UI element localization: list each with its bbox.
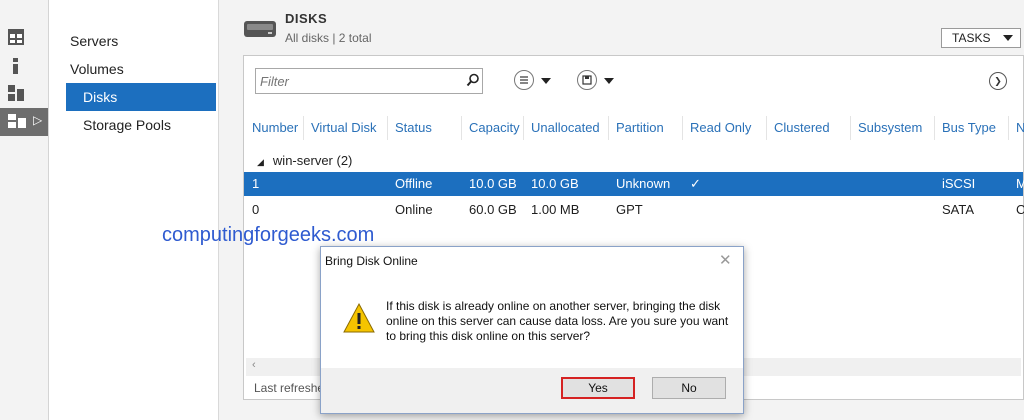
cell-capacity: 10.0 GB [469, 176, 517, 191]
col-truncated[interactable]: N [1016, 120, 1024, 135]
scroll-left-icon[interactable]: ‹ [252, 359, 256, 371]
column-divider[interactable] [1008, 116, 1009, 140]
save-icon [582, 75, 592, 85]
search-icon[interactable] [466, 73, 480, 87]
column-divider[interactable] [461, 116, 462, 140]
cell-number: 1 [252, 176, 260, 191]
all-servers-icon-button[interactable] [0, 80, 48, 108]
info-icon [13, 58, 18, 74]
cell-truncated: M [1016, 176, 1024, 191]
dialog-message: If this disk is already online on anothe… [386, 299, 729, 343]
col-number[interactable]: Number [252, 120, 298, 135]
close-icon[interactable]: ✕ [719, 251, 732, 269]
dialog-footer: Yes No [321, 368, 743, 413]
nav-item-storage-pools[interactable]: Storage Pools [66, 111, 216, 139]
column-divider[interactable] [850, 116, 851, 140]
col-subsystem[interactable]: Subsystem [858, 120, 922, 135]
collapse-triangle-icon[interactable]: ◢ [257, 157, 264, 167]
file-storage-icon [8, 114, 26, 128]
group-header[interactable]: ◢ win-server (2) [257, 153, 352, 168]
dashboard-icon-button[interactable] [0, 24, 48, 52]
cell-truncated: C [1016, 202, 1024, 217]
cell-capacity: 60.0 GB [469, 202, 517, 217]
cell-partition: GPT [616, 202, 643, 217]
nav-panel: Servers Volumes Disks Storage Pools [49, 0, 219, 420]
no-button[interactable]: No [652, 377, 726, 399]
cell-bus-type: iSCSI [942, 176, 976, 191]
col-unallocated[interactable]: Unallocated [531, 120, 600, 135]
chevron-right-icon: ▷ [33, 113, 43, 127]
table-row[interactable]: 0 Online 60.0 GB 1.00 MB GPT SATA C [244, 198, 1024, 222]
column-divider[interactable] [303, 116, 304, 140]
collapse-expand-icon[interactable]: ❯ [989, 72, 1007, 90]
filter-input[interactable] [255, 68, 483, 94]
bring-disk-online-dialog: Bring Disk Online ✕ If this disk is alre… [320, 246, 744, 414]
column-divider[interactable] [387, 116, 388, 140]
cell-partition: Unknown [616, 176, 671, 191]
group-label: win-server (2) [272, 153, 353, 168]
page-subtitle: All disks | 2 total [285, 31, 372, 45]
cell-read-only: ✓ [690, 176, 701, 191]
local-server-icon-button[interactable] [0, 52, 48, 80]
cell-bus-type: SATA [942, 202, 975, 217]
page-title: DISKS [285, 11, 328, 26]
servers-icon [8, 85, 24, 101]
col-capacity[interactable]: Capacity [469, 120, 520, 135]
cell-number: 0 [252, 202, 260, 217]
chevron-down-icon[interactable] [541, 78, 551, 84]
dashboard-icon [8, 29, 24, 45]
cell-status: Offline [395, 176, 433, 191]
col-read-only[interactable]: Read Only [690, 120, 751, 135]
tasks-dropdown[interactable]: TASKS [941, 28, 1021, 48]
col-partition[interactable]: Partition [616, 120, 664, 135]
column-divider[interactable] [608, 116, 609, 140]
cell-unallocated: 1.00 MB [531, 202, 580, 217]
nav-item-disks[interactable]: Disks [66, 83, 216, 111]
cell-status: Online [395, 202, 433, 217]
chevron-down-icon [1003, 35, 1013, 41]
col-virtual-disk[interactable]: Virtual Disk [311, 120, 377, 135]
dialog-title: Bring Disk Online [325, 254, 418, 268]
yes-button[interactable]: Yes [561, 377, 635, 399]
tasks-label: TASKS [952, 31, 991, 45]
last-refreshed-text: Last refreshe [254, 381, 325, 395]
list-options-button[interactable] [514, 70, 534, 90]
icon-sidebar: ▷ [0, 0, 49, 420]
cell-unallocated: 10.0 GB [531, 176, 579, 191]
nav-item-volumes[interactable]: Volumes [66, 55, 216, 83]
col-bus-type[interactable]: Bus Type [942, 120, 996, 135]
table-row[interactable]: 1 Offline 10.0 GB 10.0 GB Unknown ✓ iSCS… [244, 172, 1024, 196]
watermark-text: computingforgeeks.com [162, 224, 375, 246]
column-divider[interactable] [766, 116, 767, 140]
chevron-down-icon[interactable] [604, 78, 614, 84]
save-query-button[interactable] [577, 70, 597, 90]
column-divider[interactable] [523, 116, 524, 140]
col-clustered[interactable]: Clustered [774, 120, 830, 135]
col-status[interactable]: Status [395, 120, 432, 135]
column-divider[interactable] [934, 116, 935, 140]
warning-icon [343, 302, 375, 333]
column-divider[interactable] [682, 116, 683, 140]
disk-icon [244, 21, 276, 37]
nav-item-servers[interactable]: Servers [66, 27, 216, 55]
list-icon [520, 76, 528, 84]
file-storage-icon-button[interactable]: ▷ [0, 108, 48, 136]
